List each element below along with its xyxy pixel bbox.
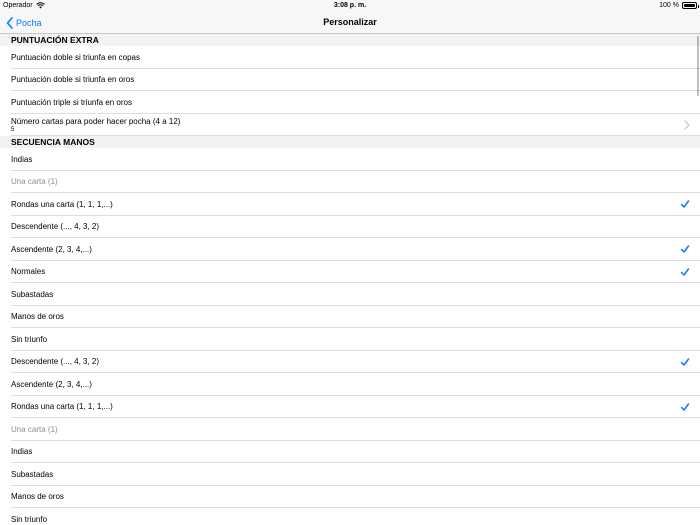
list-item-label: Descendente (..., 4, 3, 2): [11, 357, 100, 367]
list-item[interactable]: Sin triunfo: [0, 328, 700, 351]
list-item-label: Normales: [11, 267, 46, 277]
list-item-label: Una carta (1): [11, 177, 58, 187]
checkmark-icon: [680, 403, 690, 411]
list-item-label: Una carta (1): [11, 424, 58, 434]
list-item-label: Puntuación triple si triunfa en oros: [11, 97, 132, 107]
list-item[interactable]: Número cartas para poder hacer pocha (4 …: [0, 113, 700, 136]
section-header: PUNTUACIÓN EXTRA: [0, 34, 700, 46]
list-item-label: Ascendente (2, 3, 4,...): [11, 244, 92, 254]
list-item[interactable]: Indias: [0, 440, 700, 463]
navigation-bar: Pocha Personalizar: [0, 12, 700, 34]
list-item-label: Rondas una carta (1, 1, 1,...): [11, 199, 113, 209]
battery-level-fill: [684, 4, 695, 7]
chevron-right-icon: [684, 120, 690, 130]
chevron-left-icon: [6, 17, 13, 29]
scrollbar[interactable]: [697, 36, 699, 96]
back-button[interactable]: Pocha: [6, 15, 42, 31]
list-item-label: Subastadas: [11, 469, 54, 479]
list-item[interactable]: Descendente (..., 4, 3, 2): [0, 215, 700, 238]
list-item-label: Manos de oros: [11, 312, 64, 322]
list-item[interactable]: Manos de oros: [0, 485, 700, 508]
list-item-label: Manos de oros: [11, 492, 64, 502]
list-item[interactable]: Rondas una carta (1, 1, 1,...): [0, 193, 700, 216]
section-header: SECUENCIA MANOS: [0, 136, 700, 148]
list-item[interactable]: Normales: [0, 260, 700, 283]
list-item[interactable]: Puntuación doble si triunfa en oros: [0, 68, 700, 91]
back-button-label: Pocha: [16, 18, 42, 28]
status-bar: Operador 3:08 p. m. 100 %: [0, 0, 700, 12]
page-title: Personalizar: [323, 17, 377, 27]
list-item[interactable]: Ascendente (2, 3, 4,...): [0, 238, 700, 261]
battery-percent: 100 %: [659, 2, 679, 9]
list-item[interactable]: Descendente (..., 4, 3, 2): [0, 350, 700, 373]
list-item[interactable]: Ascendente (2, 3, 4,...): [0, 373, 700, 396]
settings-list[interactable]: PUNTUACIÓN EXTRA Puntuación doble si triu…: [0, 34, 700, 525]
list-item-label: Sin triunfo: [11, 514, 48, 524]
checkmark-icon: [680, 200, 690, 208]
list-item[interactable]: Rondas una carta (1, 1, 1,...): [0, 395, 700, 418]
list-item[interactable]: Puntuación doble si triunfa en copas: [0, 46, 700, 69]
list-item-value: 5: [11, 126, 15, 133]
list-item[interactable]: Subastadas: [0, 463, 700, 486]
list-item-label: Ascendente (2, 3, 4,...): [11, 379, 92, 389]
status-time: 3:08 p. m.: [333, 2, 367, 9]
list-item-label: Indias: [11, 447, 33, 457]
list-item-label: Rondas una carta (1, 1, 1,...): [11, 402, 113, 412]
battery-icon: [682, 2, 699, 9]
list-item[interactable]: Puntuación triple si triunfa en oros: [0, 91, 700, 114]
list-item[interactable]: Una carta (1): [0, 418, 700, 441]
checkmark-icon: [680, 358, 690, 366]
list-item[interactable]: Indias: [0, 148, 700, 171]
list-item-label: Puntuación doble si triunfa en oros: [11, 75, 135, 85]
checkmark-icon: [680, 245, 690, 253]
list-item-label: Sin triunfo: [11, 334, 48, 344]
list-item[interactable]: Subastadas: [0, 283, 700, 306]
checkmark-icon: [680, 268, 690, 276]
list-item-label: Subastadas: [11, 289, 54, 299]
list-item-label: Indias: [11, 154, 33, 164]
list-item-label: Descendente (..., 4, 3, 2): [11, 222, 100, 232]
list-item-label: Puntuación doble si triunfa en copas: [11, 52, 140, 62]
list-item-label: Número cartas para poder hacer pocha (4 …: [11, 116, 181, 126]
list-item[interactable]: Sin triunfo: [0, 508, 700, 525]
status-right: 100 %: [659, 2, 699, 9]
list-item[interactable]: Una carta (1): [0, 170, 700, 193]
list-item[interactable]: Manos de oros: [0, 305, 700, 328]
